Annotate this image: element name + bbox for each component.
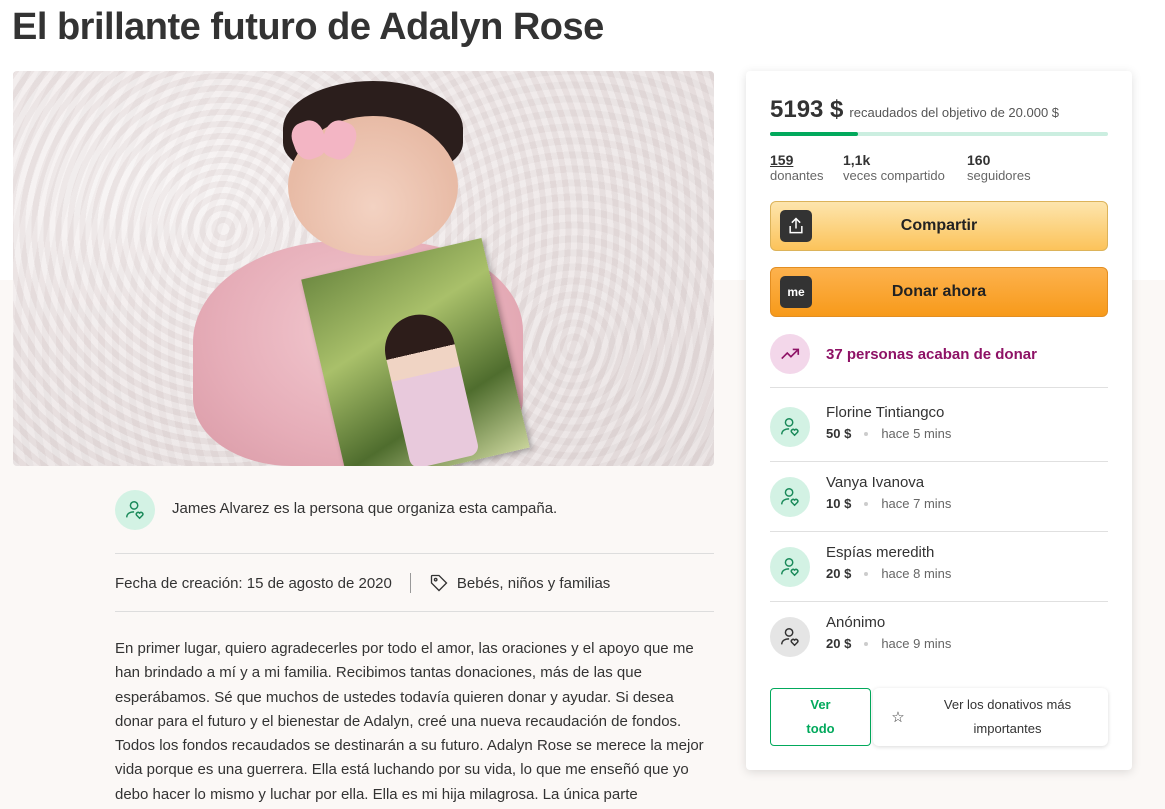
donation-amount: 10 $ (826, 496, 852, 511)
card-divider (770, 601, 1108, 602)
recent-donations-banner: 37 personas acaban de donar (770, 334, 1037, 374)
goal-text: recaudados del objetivo de 20.000 $ (849, 105, 1060, 120)
heart-user-icon (781, 558, 799, 577)
raised-amount: 5193 $ (770, 96, 844, 123)
view-all-label: Ver todo (806, 697, 835, 736)
donor-name: Vanya Ivanova (826, 474, 925, 491)
heart-user-icon (126, 501, 144, 520)
donation-amount: 20 $ (826, 566, 852, 581)
donor-avatar (770, 617, 810, 657)
shares-count: 1,1k (843, 152, 871, 168)
meta-separator (409, 573, 411, 593)
divider-bottom (115, 611, 714, 612)
progress-fill (770, 132, 858, 136)
top-donations-label: Ver los donativos más importantes (943, 697, 1072, 736)
gofundme-icon: me (780, 276, 812, 308)
donation-card: 5193 $ recaudados del objetivo de 20.000… (746, 71, 1132, 770)
separator-dot (864, 501, 869, 506)
donors-count: 159 (770, 152, 794, 168)
separator-dot (864, 431, 869, 436)
category-link[interactable]: Bebés, niños y familias (429, 573, 610, 593)
shares-label: veces compartido (843, 168, 945, 183)
donate-label: Donar ahora (891, 283, 987, 300)
separator-dot (864, 641, 869, 646)
donation-time: hace 8 mins (881, 566, 952, 581)
donation-amount: 20 $ (826, 636, 852, 651)
organizer-text: James Alvarez es la persona que organiza… (172, 500, 558, 517)
donation-time: hace 5 mins (881, 426, 952, 441)
raised-summary: 5193 $ recaudados del objetivo de 20.000… (770, 96, 1059, 124)
stat-shares: 1,1k veces compartido (843, 152, 967, 183)
star-icon: ☆ (891, 709, 905, 726)
heart-user-icon (781, 418, 799, 437)
followers-count: 160 (967, 152, 991, 168)
heart-user-icon (781, 488, 799, 507)
top-donations-button[interactable]: ☆ Ver los donativos más importantes (873, 688, 1108, 746)
donation-item: Florine Tintiangco 50 $ hace 5 mins (770, 404, 951, 447)
card-divider (770, 387, 1108, 388)
donation-time: hace 9 mins (881, 636, 952, 651)
heart-user-icon (781, 628, 799, 647)
campaign-stats: 159 donantes 1,1k veces compartido 160 s… (770, 152, 1031, 183)
donor-avatar (770, 477, 810, 517)
donation-item: Anónimo 20 $ hace 9 mins (770, 614, 951, 657)
separator-dot (864, 571, 869, 576)
hero-bow (293, 116, 363, 166)
donate-button[interactable]: me Donar ahora (770, 267, 1108, 317)
trending-up-icon (770, 334, 810, 374)
stat-donors[interactable]: 159 donantes (770, 152, 843, 183)
divider-top (115, 553, 714, 554)
donor-avatar (770, 547, 810, 587)
donation-item: Espías meredith 20 $ hace 8 mins (770, 544, 951, 587)
page-title: El brillante futuro de Adalyn Rose (12, 6, 604, 48)
donor-name: Espías meredith (826, 544, 935, 561)
tag-icon (430, 574, 448, 592)
organizer-avatar (115, 490, 155, 530)
share-icon (780, 210, 812, 242)
donor-name: Florine Tintiangco (826, 404, 945, 421)
donation-item: Vanya Ivanova 10 $ hace 7 mins (770, 474, 951, 517)
donors-label: donantes (770, 168, 824, 183)
donation-time: hace 7 mins (881, 496, 952, 511)
donation-amount: 50 $ (826, 426, 852, 441)
campaign-story: En primer lugar, quiero agradecerles por… (115, 640, 704, 803)
campaign-meta: Fecha de creación: 15 de agosto de 2020 … (115, 573, 610, 593)
category-label: Bebés, niños y familias (456, 574, 611, 592)
recent-donations-text: 37 personas acaban de donar (826, 345, 1037, 363)
stat-followers: 160 seguidores (967, 152, 1031, 183)
followers-label: seguidores (967, 168, 1031, 183)
donor-name: Anónimo (826, 614, 886, 631)
share-button[interactable]: Compartir (770, 201, 1108, 251)
view-all-button[interactable]: Ver todo (770, 688, 871, 746)
card-divider (770, 531, 1108, 532)
share-label: Compartir (900, 217, 978, 234)
donor-avatar (770, 407, 810, 447)
campaign-hero-image[interactable] (13, 71, 714, 466)
hero-photo-person (378, 307, 480, 466)
created-date: Fecha de creación: 15 de agosto de 2020 (115, 574, 392, 592)
progress-bar (770, 132, 1108, 136)
card-divider (770, 461, 1108, 462)
